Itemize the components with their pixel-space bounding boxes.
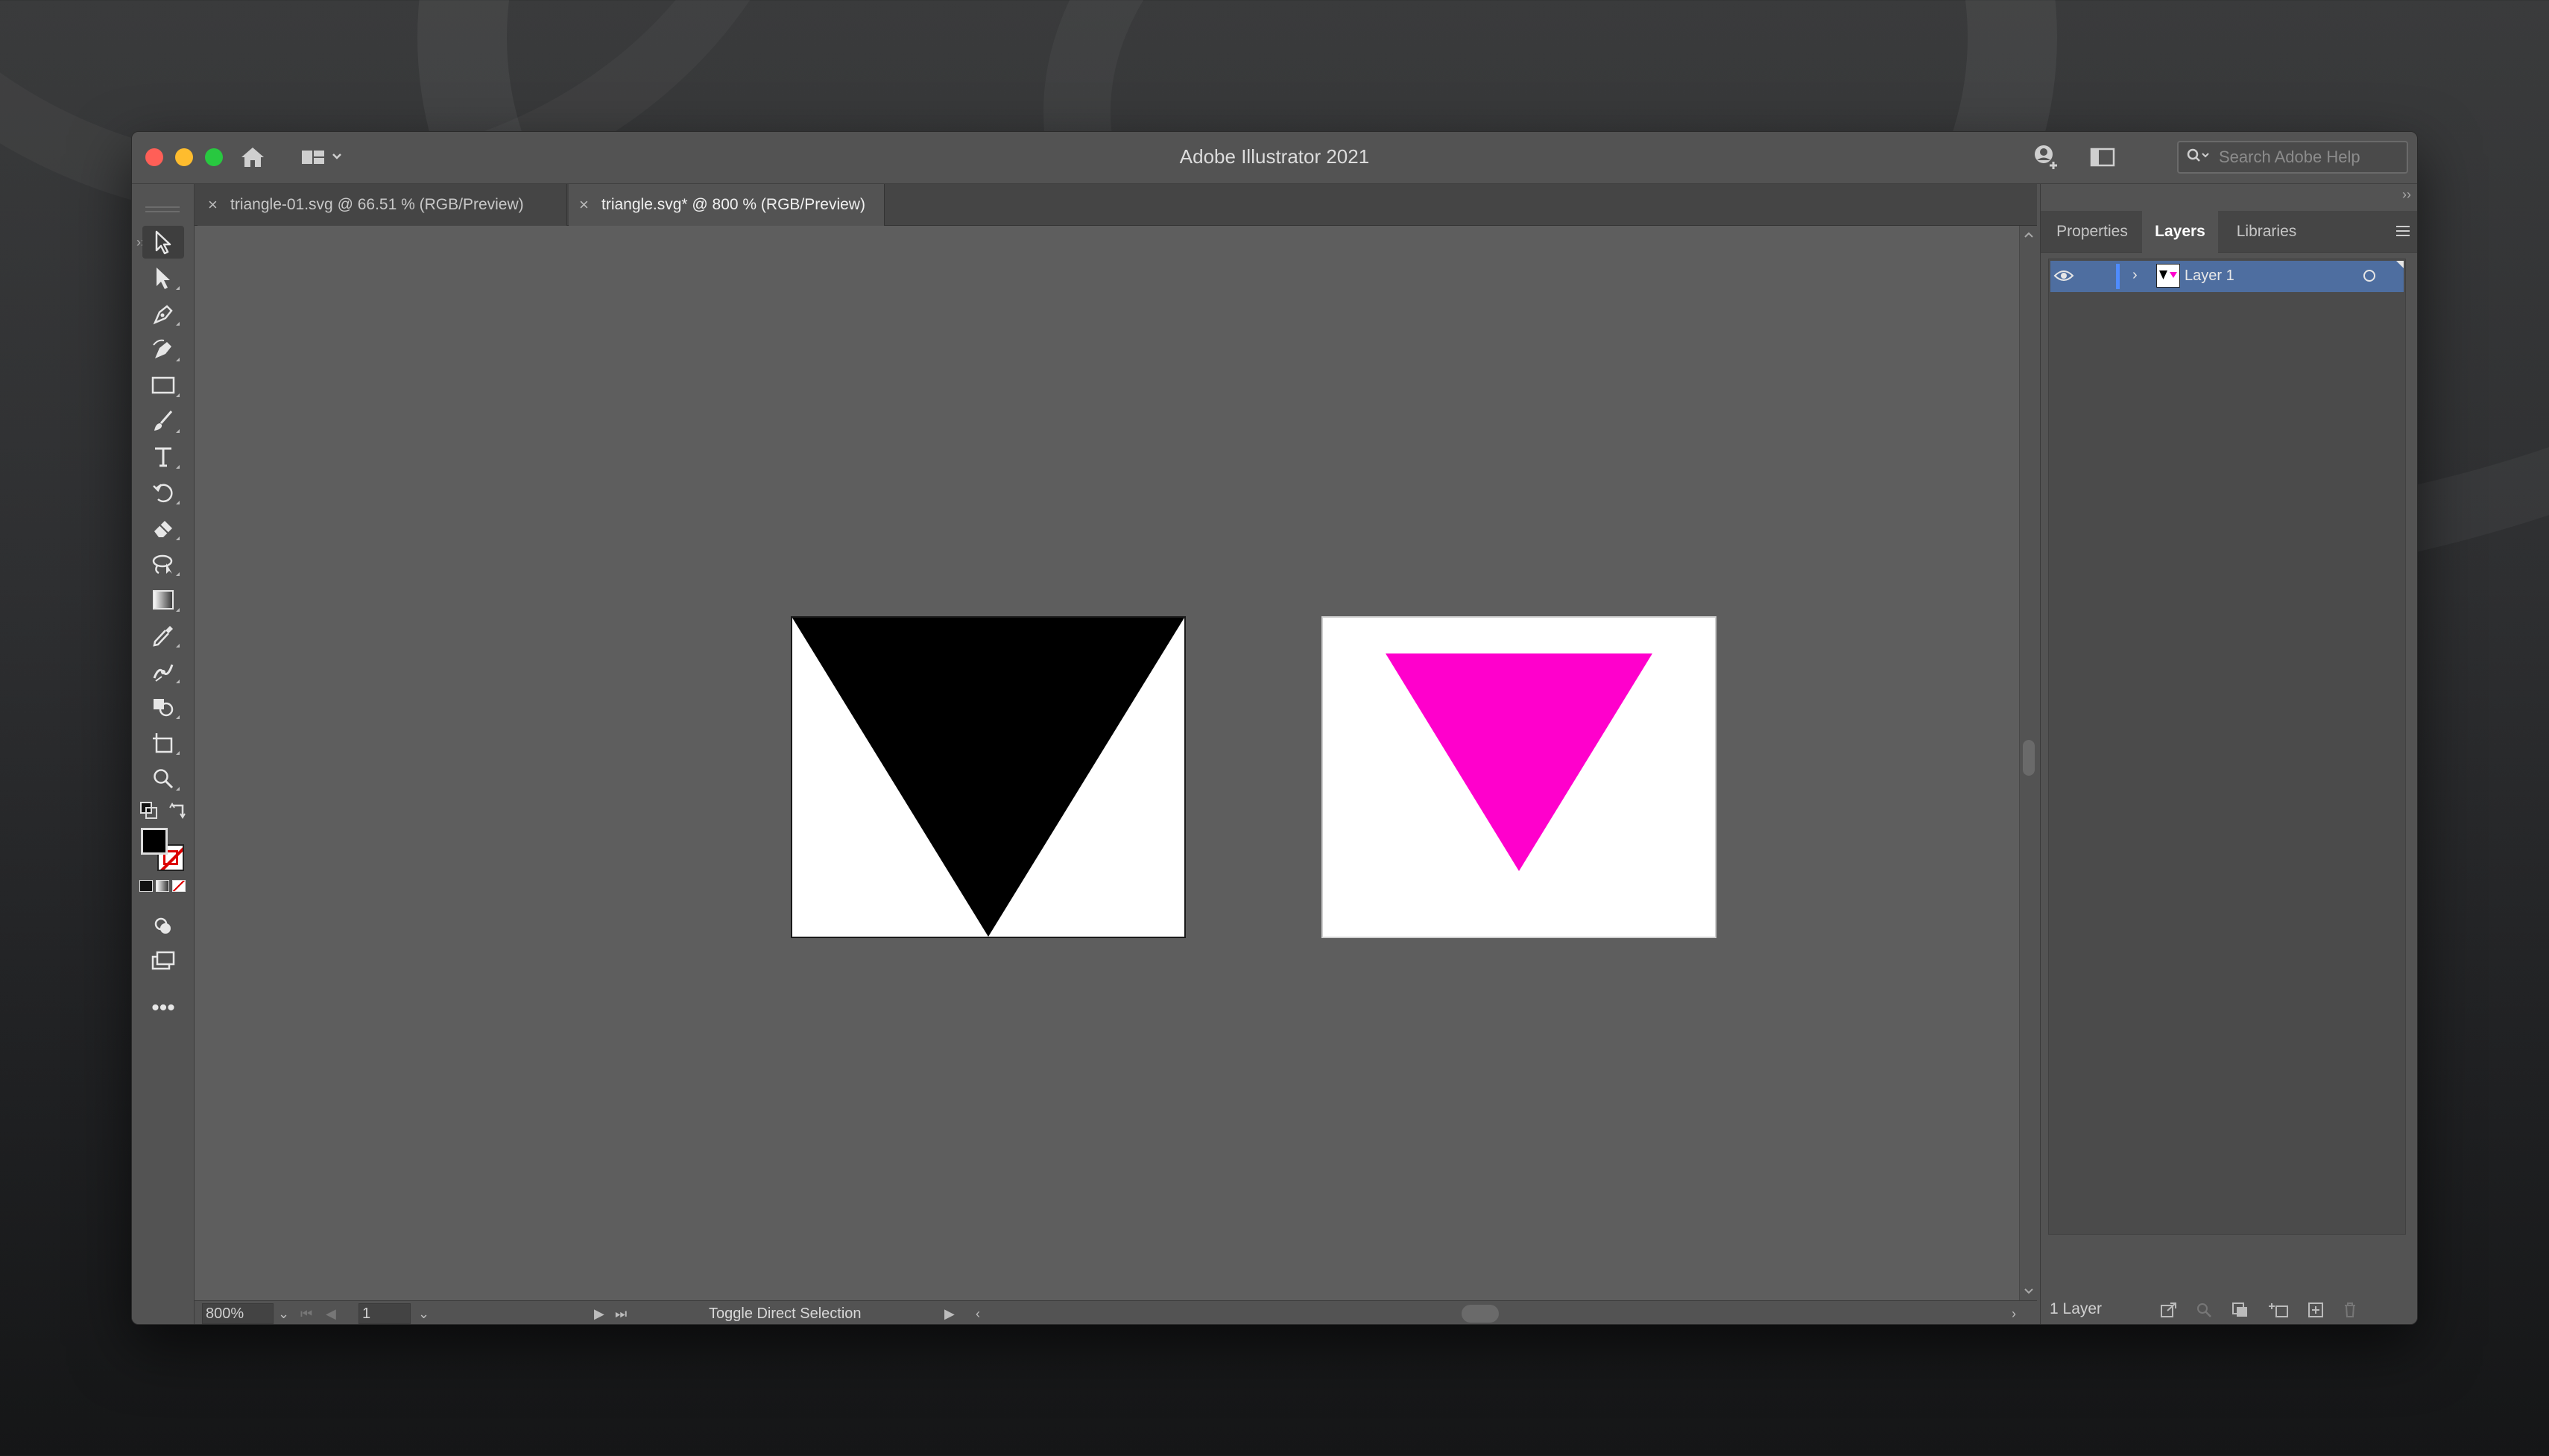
fill-stroke-swatches[interactable] [141, 828, 187, 873]
paintbrush-tool-icon[interactable] [142, 405, 184, 437]
scroll-left-icon[interactable]: ‹ [976, 1303, 980, 1324]
collect-export-icon[interactable] [2160, 1302, 2178, 1323]
gradient-button[interactable] [156, 880, 169, 892]
expand-layer-icon[interactable]: › [2132, 267, 2138, 284]
shape-builder-tool-icon[interactable] [142, 691, 184, 724]
pink-triangle-art[interactable] [1323, 618, 1715, 937]
clipping-mask-icon[interactable] [2231, 1302, 2249, 1323]
swap-fill-stroke-icon[interactable] [168, 801, 187, 820]
visibility-eye-icon[interactable] [2053, 268, 2074, 287]
document-tab-triangle[interactable]: × triangle.svg* @ 800 % (RGB/Preview) [569, 184, 885, 226]
illustrator-window: Adobe Illustrator 2021 × tri [131, 131, 2418, 1325]
document-tab-label: triangle-01.svg @ 66.51 % (RGB/Preview) [230, 196, 524, 213]
rectangle-tool-icon[interactable] [142, 369, 184, 402]
layers-panel-dock: ›› Properties Layers Libraries › Layer 1 [2040, 184, 2417, 1324]
layer-thumbnail [2156, 264, 2180, 288]
document-tab-label: triangle.svg* @ 800 % (RGB/Preview) [601, 196, 865, 213]
first-artboard-icon[interactable]: ⏮ [300, 1303, 312, 1324]
status-bar: 800% ⌄ ⏮ ◀ 1 ⌄ ▶ ⏭ Toggle Direct Selecti… [195, 1300, 2037, 1324]
new-sublayer-icon[interactable] [2267, 1302, 2290, 1323]
next-artboard-icon[interactable]: ▶ [594, 1303, 604, 1324]
puppet-warp-tool-icon[interactable] [142, 655, 184, 688]
document-tab-bar: × triangle-01.svg @ 66.51 % (RGB/Preview… [132, 184, 2037, 226]
color-button[interactable] [139, 880, 153, 892]
selection-tool-icon[interactable] [142, 226, 184, 259]
tab-layers[interactable]: Layers [2142, 211, 2218, 253]
color-mode-buttons [139, 880, 187, 895]
toolbar-grip[interactable] [145, 206, 180, 212]
layer-row[interactable]: › Layer 1 [2050, 261, 2404, 292]
fill-swatch[interactable] [141, 828, 168, 855]
close-tab-icon[interactable]: × [579, 195, 601, 215]
layers-panel-footer: 1 Layer [2041, 1296, 2417, 1324]
scroll-down-icon[interactable] [2023, 1287, 2035, 1296]
zoom-tool-icon[interactable] [142, 762, 184, 795]
type-tool-icon[interactable] [142, 440, 184, 473]
artboard-pink-triangle[interactable] [1321, 616, 1716, 938]
help-search-box[interactable] [2177, 141, 2408, 174]
delete-layer-icon[interactable] [2342, 1302, 2358, 1323]
document-tab-triangle-01[interactable]: × triangle-01.svg @ 66.51 % (RGB/Preview… [198, 184, 567, 226]
share-user-icon[interactable] [2030, 142, 2061, 172]
artboard-tool-icon[interactable] [142, 727, 184, 759]
search-icon [2186, 148, 2211, 168]
status-menu-icon[interactable]: ▶ [944, 1303, 955, 1324]
locate-object-icon[interactable] [2196, 1302, 2214, 1323]
layer-name[interactable]: Layer 1 [2185, 268, 2234, 285]
rotate-tool-icon[interactable] [142, 476, 184, 509]
panel-tab-bar: Properties Layers Libraries [2041, 211, 2417, 253]
zoom-level-field[interactable]: 800% [202, 1303, 274, 1324]
screen-mode-icon[interactable] [142, 946, 184, 975]
panel-menu-icon[interactable] [2395, 224, 2411, 241]
eraser-tool-icon[interactable] [142, 512, 184, 545]
close-tab-icon[interactable]: × [208, 195, 230, 215]
arrange-documents-icon[interactable] [2088, 144, 2117, 171]
layers-list: › Layer 1 [2048, 259, 2406, 1235]
black-triangle-art[interactable] [792, 618, 1184, 937]
layer-color-bar [2116, 264, 2120, 289]
zoom-dropdown-icon[interactable]: ⌄ [278, 1303, 289, 1324]
artboard-black-triangle[interactable] [791, 616, 1186, 938]
vertical-scrollbar[interactable] [2019, 226, 2037, 1300]
target-circle-icon[interactable] [2363, 270, 2375, 282]
scroll-right-icon[interactable]: › [2012, 1303, 2016, 1324]
vertical-scroll-thumb[interactable] [2023, 740, 2035, 776]
title-bar: Adobe Illustrator 2021 [132, 132, 2417, 184]
artboard-number-field[interactable]: 1 [358, 1303, 411, 1324]
help-search-input[interactable] [2219, 148, 2390, 167]
scroll-up-icon[interactable] [2023, 230, 2035, 239]
eyedropper-tool-icon[interactable] [142, 619, 184, 652]
pen-tool-icon[interactable] [142, 297, 184, 330]
layer-count: 1 Layer [2050, 1300, 2103, 1317]
tab-libraries[interactable]: Libraries [2220, 211, 2313, 253]
new-layer-icon[interactable] [2308, 1302, 2325, 1323]
direct-selection-tool-icon[interactable] [142, 262, 184, 294]
status-message: Toggle Direct Selection [709, 1305, 862, 1322]
lasso-tool-icon[interactable] [142, 548, 184, 580]
gradient-tool-icon[interactable] [142, 583, 184, 616]
selection-indicator-icon [2396, 261, 2404, 268]
last-artboard-icon[interactable]: ⏭ [615, 1303, 627, 1324]
horizontal-scroll-thumb[interactable] [1462, 1305, 1499, 1323]
curvature-tool-icon[interactable] [142, 333, 184, 366]
app-title: Adobe Illustrator 2021 [1179, 145, 1370, 168]
more-tools-icon[interactable]: ••• [142, 993, 184, 1023]
tab-properties[interactable]: Properties [2044, 211, 2141, 253]
previous-artboard-icon[interactable]: ◀ [326, 1303, 336, 1324]
tools-panel: ›› ••• [132, 184, 195, 1324]
draw-mode-icon[interactable] [142, 911, 184, 941]
default-fill-stroke-icon[interactable] [139, 801, 159, 820]
collapse-panel-icon[interactable]: ›› [2402, 187, 2411, 203]
none-button[interactable] [172, 880, 186, 892]
document-canvas[interactable] [195, 226, 2019, 1300]
artboard-dropdown-icon[interactable]: ⌄ [418, 1303, 429, 1324]
